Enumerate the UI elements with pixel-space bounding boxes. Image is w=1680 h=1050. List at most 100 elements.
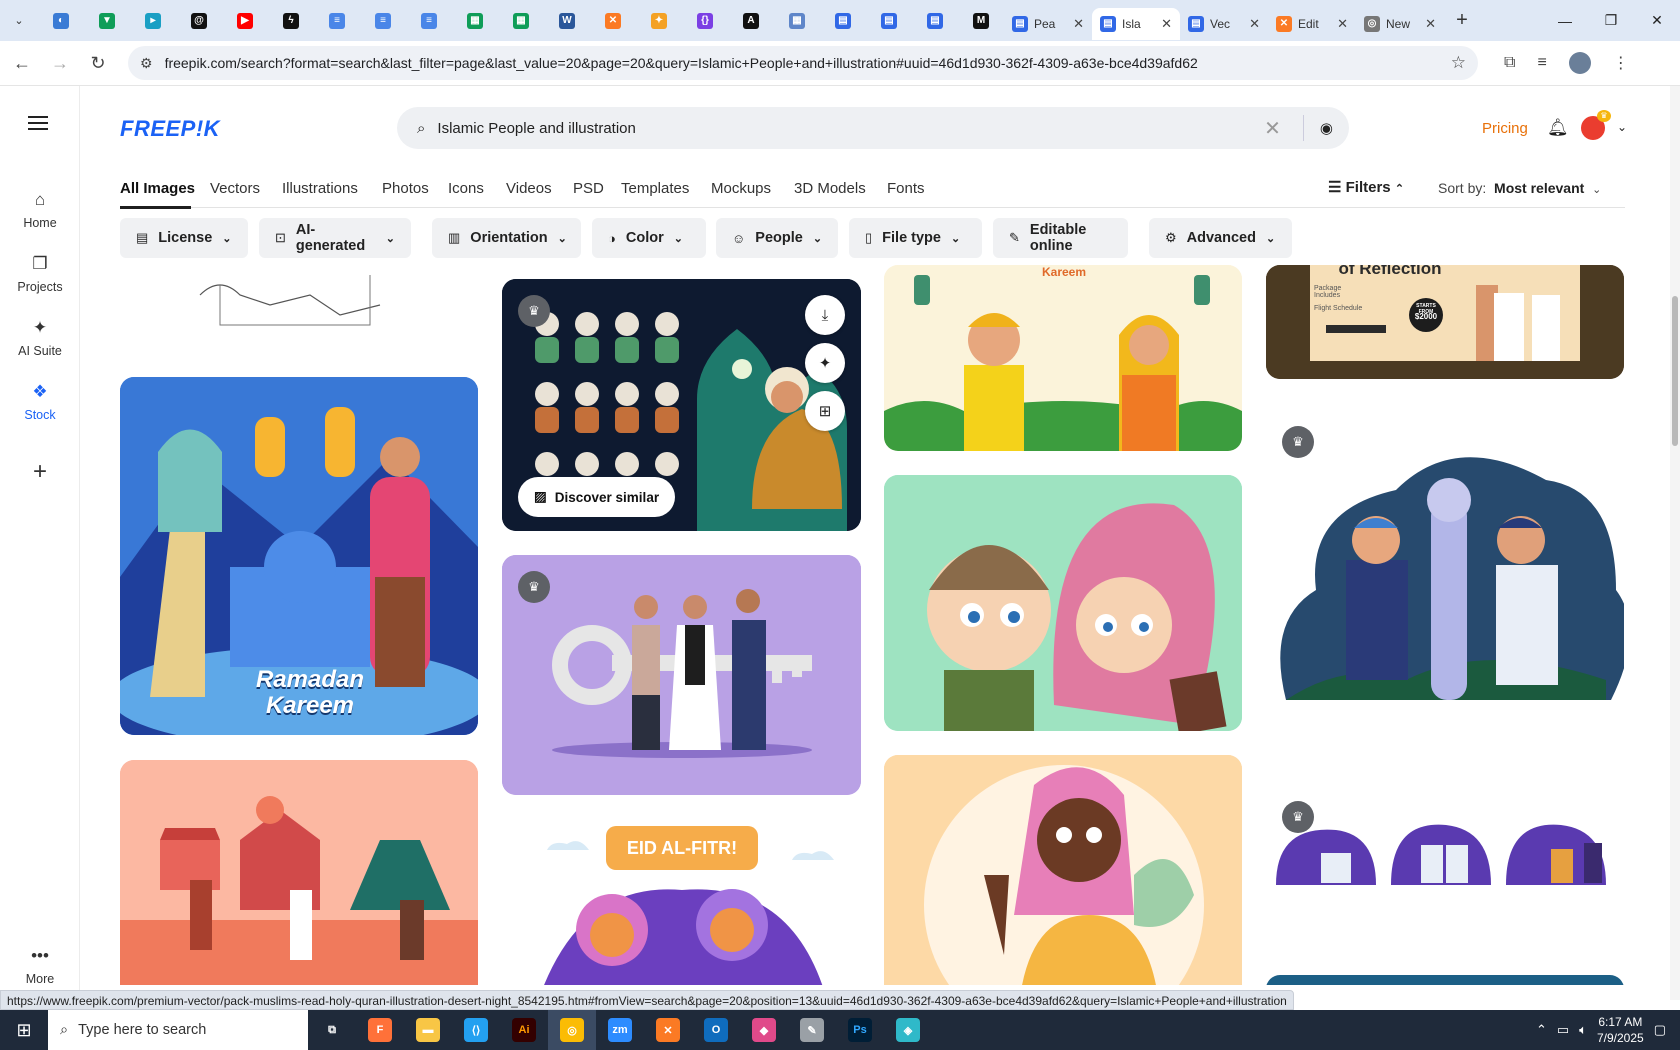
restore-icon[interactable]: ❐ <box>1588 0 1634 41</box>
reload-icon[interactable]: ↻ <box>82 47 114 79</box>
bookmark-star-icon[interactable]: ☆ <box>1451 53 1466 73</box>
pinned-tab[interactable]: ▦ <box>498 0 544 41</box>
taskbar-app[interactable]: ✕ <box>644 1010 692 1050</box>
filters-toggle[interactable]: ☰ Filters ⌃ <box>1328 178 1404 196</box>
advanced-filter[interactable]: ⚙ Advanced ⌄ <box>1149 218 1292 258</box>
result-card-sketch[interactable] <box>120 265 478 349</box>
taskbar-app[interactable]: ◈ <box>884 1010 932 1050</box>
result-card-ramadan-pack[interactable]: ♛ <box>1266 785 1624 905</box>
discover-similar-button[interactable]: ▨ Discover similar <box>518 477 676 517</box>
tab-photos[interactable]: Photos <box>382 180 429 197</box>
tab-search-chevron-icon[interactable]: ⌄ <box>0 0 38 41</box>
tab-psd[interactable]: PSD <box>573 180 604 197</box>
result-card-men-greeting[interactable]: ♛ <box>1266 410 1624 710</box>
pinned-tab[interactable]: ▤ <box>912 0 958 41</box>
scrollbar-thumb[interactable] <box>1672 296 1678 446</box>
freepik-logo[interactable]: FREEP!K <box>120 116 220 142</box>
taskbar-app[interactable]: ▬ <box>404 1010 452 1050</box>
result-card-partial[interactable] <box>1266 975 1624 985</box>
result-card-kids-praying[interactable]: Kareem <box>884 265 1242 451</box>
pricing-link[interactable]: Pricing <box>1482 120 1528 137</box>
close-window-icon[interactable]: ✕ <box>1634 0 1680 41</box>
windows-start-icon[interactable]: ⊞ <box>0 1010 48 1050</box>
address-bar[interactable]: ⚙ freepik.com/search?format=search&last_… <box>128 46 1478 80</box>
ai-generated-filter[interactable]: ⊡ AI-generated ⌄ <box>259 218 411 258</box>
taskbar-app[interactable]: ⟨⟩ <box>452 1010 500 1050</box>
taskbar-app[interactable]: zm <box>596 1010 644 1050</box>
pinned-tab[interactable]: ▶ <box>222 0 268 41</box>
site-settings-icon[interactable]: ⚙ <box>140 55 153 72</box>
tab-mockups[interactable]: Mockups <box>711 180 771 197</box>
ai-edit-sparkle-icon[interactable]: ✦ <box>805 343 845 383</box>
tab-3d-models[interactable]: 3D Models <box>794 180 866 197</box>
pinned-tab[interactable]: ✕ <box>590 0 636 41</box>
pinned-tab[interactable]: ▤ <box>820 0 866 41</box>
search-bar[interactable]: ⌕ Islamic People and illustration ✕ ◉ <box>397 107 1349 149</box>
result-card-kids-quran[interactable] <box>884 475 1242 731</box>
sidebar-item-projects[interactable]: ❐ Projects <box>0 254 80 294</box>
pinned-tab[interactable]: W <box>544 0 590 41</box>
pinned-tab[interactable]: ✦ <box>636 0 682 41</box>
tab-illustrations[interactable]: Illustrations <box>282 180 358 197</box>
notification-bell-icon[interactable]: 🔔︎ <box>1547 118 1569 138</box>
people-filter[interactable]: ☺ People ⌄ <box>716 218 838 258</box>
close-tab-icon[interactable]: ✕ <box>1425 16 1436 32</box>
pinned-tab[interactable]: ▦ <box>774 0 820 41</box>
tray-chevron-up-icon[interactable]: ⌃ <box>1536 1022 1547 1038</box>
taskbar-app[interactable]: ✎ <box>788 1010 836 1050</box>
add-button[interactable]: + <box>0 458 80 486</box>
taskbar-search[interactable]: ⌕ Type here to search <box>48 1010 308 1050</box>
extensions-icon[interactable]: ⧉ <box>1504 54 1515 72</box>
close-tab-icon[interactable]: ✕ <box>1249 16 1260 32</box>
pinned-tab[interactable]: ≡ <box>360 0 406 41</box>
close-tab-icon[interactable]: ✕ <box>1073 16 1084 32</box>
minimize-icon[interactable]: — <box>1542 0 1588 41</box>
taskbar-clock[interactable]: 6:17 AM 7/9/2025 <box>1597 1014 1644 1046</box>
taskbar-app[interactable]: O <box>692 1010 740 1050</box>
network-icon[interactable]: ▭ <box>1557 1022 1569 1038</box>
pinned-tab[interactable]: ▤ <box>866 0 912 41</box>
back-arrow-icon[interactable]: ← <box>6 47 38 79</box>
tab-fonts[interactable]: Fonts <box>887 180 925 197</box>
tab-vectors[interactable]: Vectors <box>210 180 260 197</box>
pinned-tab[interactable]: @ <box>176 0 222 41</box>
tab-icons[interactable]: Icons <box>448 180 484 197</box>
sidebar-item-stock[interactable]: ❖ Stock <box>0 382 80 422</box>
editable-online-filter[interactable]: ✎ Editable online <box>993 218 1128 258</box>
browser-tab[interactable]: ▤ Isla ✕ <box>1092 7 1180 40</box>
pinned-tab[interactable]: ▦ <box>452 0 498 41</box>
profile-avatar[interactable] <box>1568 52 1591 74</box>
browser-tab[interactable]: ▤ Vec ✕ <box>1180 8 1268 40</box>
pinned-tab[interactable]: ϟ <box>268 0 314 41</box>
browser-tab[interactable]: ▤ Pea ✕ <box>1004 8 1092 40</box>
pinned-tab[interactable]: ≡ <box>314 0 360 41</box>
tab-templates[interactable]: Templates <box>621 180 689 197</box>
media-controls-icon[interactable]: ≡ <box>1537 54 1546 72</box>
close-tab-icon[interactable]: ✕ <box>1161 16 1172 32</box>
taskbar-app[interactable]: Ai <box>500 1010 548 1050</box>
result-card-hajj-poster[interactable]: of Reflection Package Includes Flight Sc… <box>1266 265 1624 379</box>
sidebar-item-more[interactable]: ••• More <box>0 946 80 986</box>
download-icon[interactable]: ⤓ <box>805 295 845 335</box>
taskbar-app[interactable]: Ps <box>836 1010 884 1050</box>
hamburger-menu-icon[interactable] <box>28 116 48 130</box>
tab-videos[interactable]: Videos <box>506 180 552 197</box>
result-card-ramadan-couple[interactable]: Ramadan Kareem <box>120 377 478 735</box>
browser-menu-icon[interactable]: ⋮ <box>1613 53 1629 73</box>
license-filter[interactable]: ▤ License ⌄ <box>120 218 248 258</box>
result-card-eid[interactable]: EID AL-FITR! <box>502 820 861 985</box>
pinned-tab[interactable]: M <box>958 0 1004 41</box>
chevron-down-icon[interactable]: ⌄ <box>1617 120 1627 134</box>
search-input[interactable]: Islamic People and illustration <box>437 120 1264 137</box>
taskbar-app[interactable]: ◎ <box>548 1010 596 1050</box>
notifications-icon[interactable]: ▢ <box>1654 1022 1666 1038</box>
taskbar-app[interactable]: F <box>356 1010 404 1050</box>
new-tab-button[interactable]: + <box>1444 9 1480 32</box>
volume-icon[interactable]: 🔈︎ <box>1579 1022 1587 1038</box>
pinned-tab[interactable]: ▸ <box>130 0 176 41</box>
sidebar-item-home[interactable]: ⌂ Home <box>0 190 80 230</box>
close-tab-icon[interactable]: ✕ <box>1337 16 1348 32</box>
taskbar-app[interactable]: ◆ <box>740 1010 788 1050</box>
result-card-market[interactable] <box>120 760 478 985</box>
browser-tab[interactable]: ◎ New ✕ <box>1356 8 1444 40</box>
